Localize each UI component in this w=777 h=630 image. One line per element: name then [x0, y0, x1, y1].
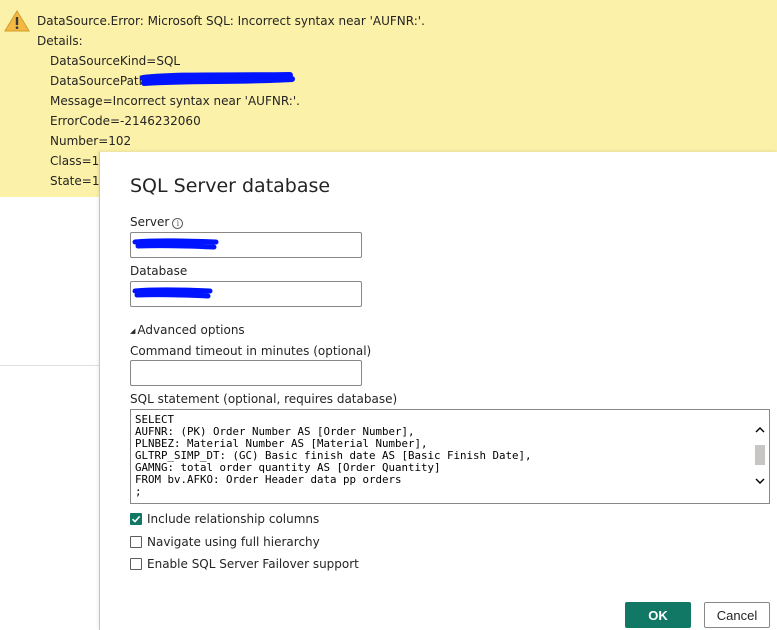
include-relationship-checkbox[interactable] [130, 513, 142, 525]
warning-icon [4, 10, 30, 32]
triangle-down-icon: ◢ [130, 327, 136, 335]
timeout-input[interactable] [130, 360, 362, 386]
background-pane [0, 197, 99, 630]
server-input[interactable] [130, 232, 362, 258]
sql-statement-text[interactable]: SELECT AUFNR: (PK) Order Number AS [Orde… [135, 414, 750, 502]
divider [0, 365, 99, 366]
checkmark-icon [131, 515, 141, 523]
error-details-label: Details: [37, 34, 83, 48]
dialog-title: SQL Server database [130, 175, 331, 197]
error-detail-number: Number=102 [50, 134, 132, 148]
database-label: Database [130, 264, 188, 278]
navigate-hierarchy-checkbox-row[interactable]: Navigate using full hierarchy [130, 534, 320, 550]
database-input[interactable] [130, 281, 362, 307]
error-title: DataSource.Error: Microsoft SQL: Incorre… [37, 14, 425, 28]
error-detail-code: ErrorCode=-2146232060 [50, 114, 201, 128]
navigate-hierarchy-label: Navigate using full hierarchy [147, 535, 320, 549]
sql-scrollbar[interactable] [751, 410, 769, 503]
server-label: Server i [130, 215, 184, 229]
advanced-options-toggle[interactable]: ◢ Advanced options [130, 323, 245, 337]
info-icon[interactable]: i [172, 218, 184, 229]
error-detail-state: State=1 [50, 174, 100, 188]
failover-support-checkbox-row[interactable]: Enable SQL Server Failover support [130, 556, 359, 572]
error-detail-message: Message=Incorrect syntax near 'AUFNR:'. [50, 94, 300, 108]
cancel-button[interactable]: Cancel [704, 602, 770, 628]
navigate-hierarchy-checkbox[interactable] [130, 536, 142, 548]
sql-statement-label: SQL statement (optional, requires databa… [130, 392, 398, 406]
error-detail-kind: DataSourceKind=SQL [50, 54, 181, 68]
failover-support-checkbox[interactable] [130, 558, 142, 570]
scroll-thumb[interactable] [755, 445, 765, 465]
error-detail-path: DataSourcePath= [50, 74, 157, 88]
ok-button[interactable]: OK [625, 602, 691, 628]
chevron-up-icon[interactable] [754, 424, 766, 436]
redaction-mark [140, 72, 295, 86]
timeout-label: Command timeout in minutes (optional) [130, 344, 372, 358]
failover-support-label: Enable SQL Server Failover support [147, 557, 359, 571]
chevron-down-icon[interactable] [754, 475, 766, 487]
include-relationship-label: Include relationship columns [147, 512, 320, 526]
sql-statement-textarea[interactable]: SELECT AUFNR: (PK) Order Number AS [Orde… [130, 409, 770, 504]
sql-server-dialog: SQL Server database Server i Database ◢ Ad… [99, 152, 777, 630]
include-relationship-checkbox-row[interactable]: Include relationship columns [130, 511, 319, 527]
